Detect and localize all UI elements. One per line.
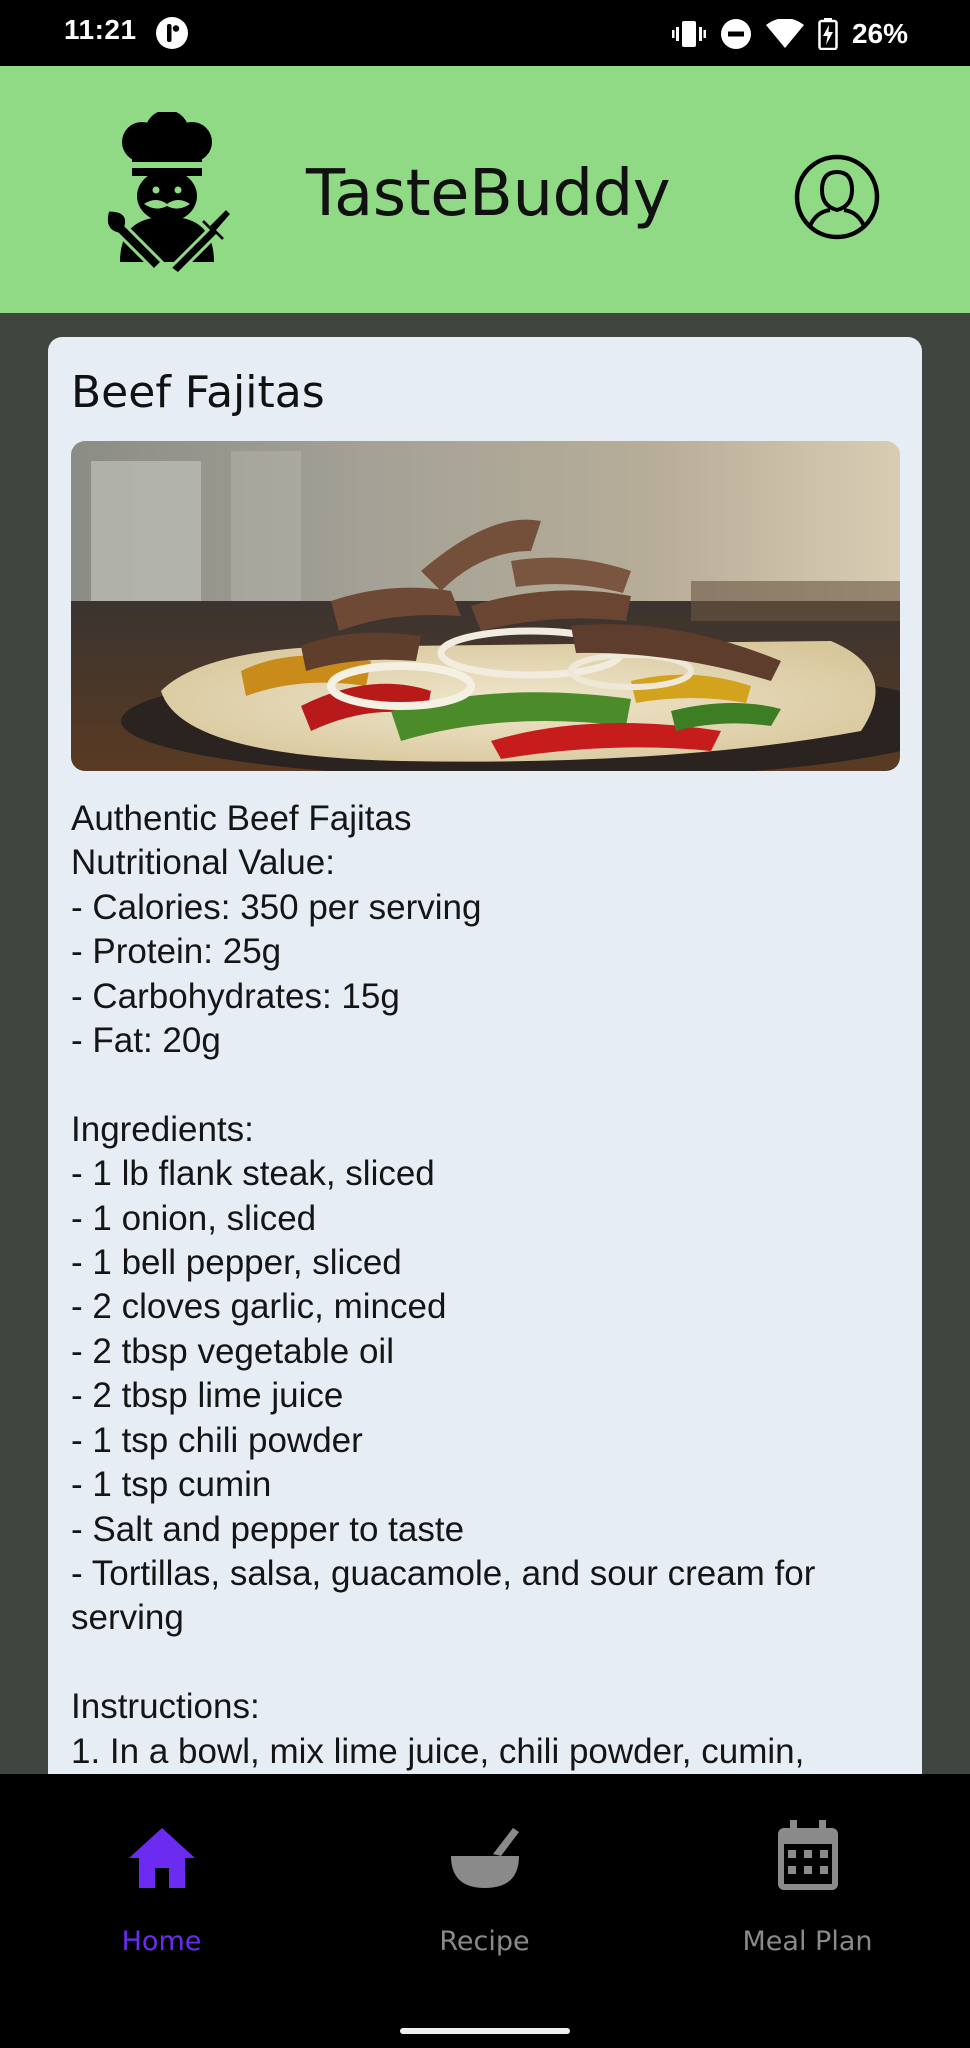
nav-meal-plan[interactable]: Meal Plan	[646, 1774, 969, 1974]
user-profile-icon[interactable]	[794, 154, 880, 240]
wifi-icon	[765, 19, 804, 48]
home-icon	[128, 1828, 195, 1888]
gesture-home-handle[interactable]	[400, 2028, 570, 2034]
app-header: TasteBuddy	[0, 66, 970, 313]
status-time: 11:21	[64, 14, 137, 45]
battery-icon	[818, 18, 838, 50]
recipe-image	[71, 441, 900, 771]
do-not-disturb-icon	[720, 19, 751, 49]
bottom-navigation: Home Recipe Meal Plan	[0, 1774, 970, 2048]
nav-recipe[interactable]: Recipe	[323, 1774, 646, 1974]
app-title: TasteBuddy	[306, 157, 671, 231]
recipe-description: Authentic Beef Fajitas Nutritional Value…	[71, 799, 816, 1771]
nav-home-label: Home	[121, 1926, 202, 1957]
status-icons: 26%	[671, 14, 908, 54]
battery-percent: 26%	[851, 18, 908, 49]
status-bar: 11:21 26%	[0, 0, 970, 66]
nav-home[interactable]: Home	[0, 1774, 323, 1974]
vibrate-icon	[671, 21, 706, 47]
mixing-bowl-icon	[450, 1828, 519, 1888]
nav-meal-plan-label: Meal Plan	[742, 1926, 873, 1957]
calendar-icon	[777, 1820, 838, 1890]
nav-recipe-label: Recipe	[439, 1926, 530, 1957]
recipe-title: Beef Fajitas	[71, 367, 325, 418]
notification-app-icon	[156, 17, 188, 49]
chef-logo-icon	[104, 112, 234, 274]
recipe-card[interactable]: Beef Fajitas Authentic Beef Fajitas Nutr…	[48, 337, 922, 1777]
